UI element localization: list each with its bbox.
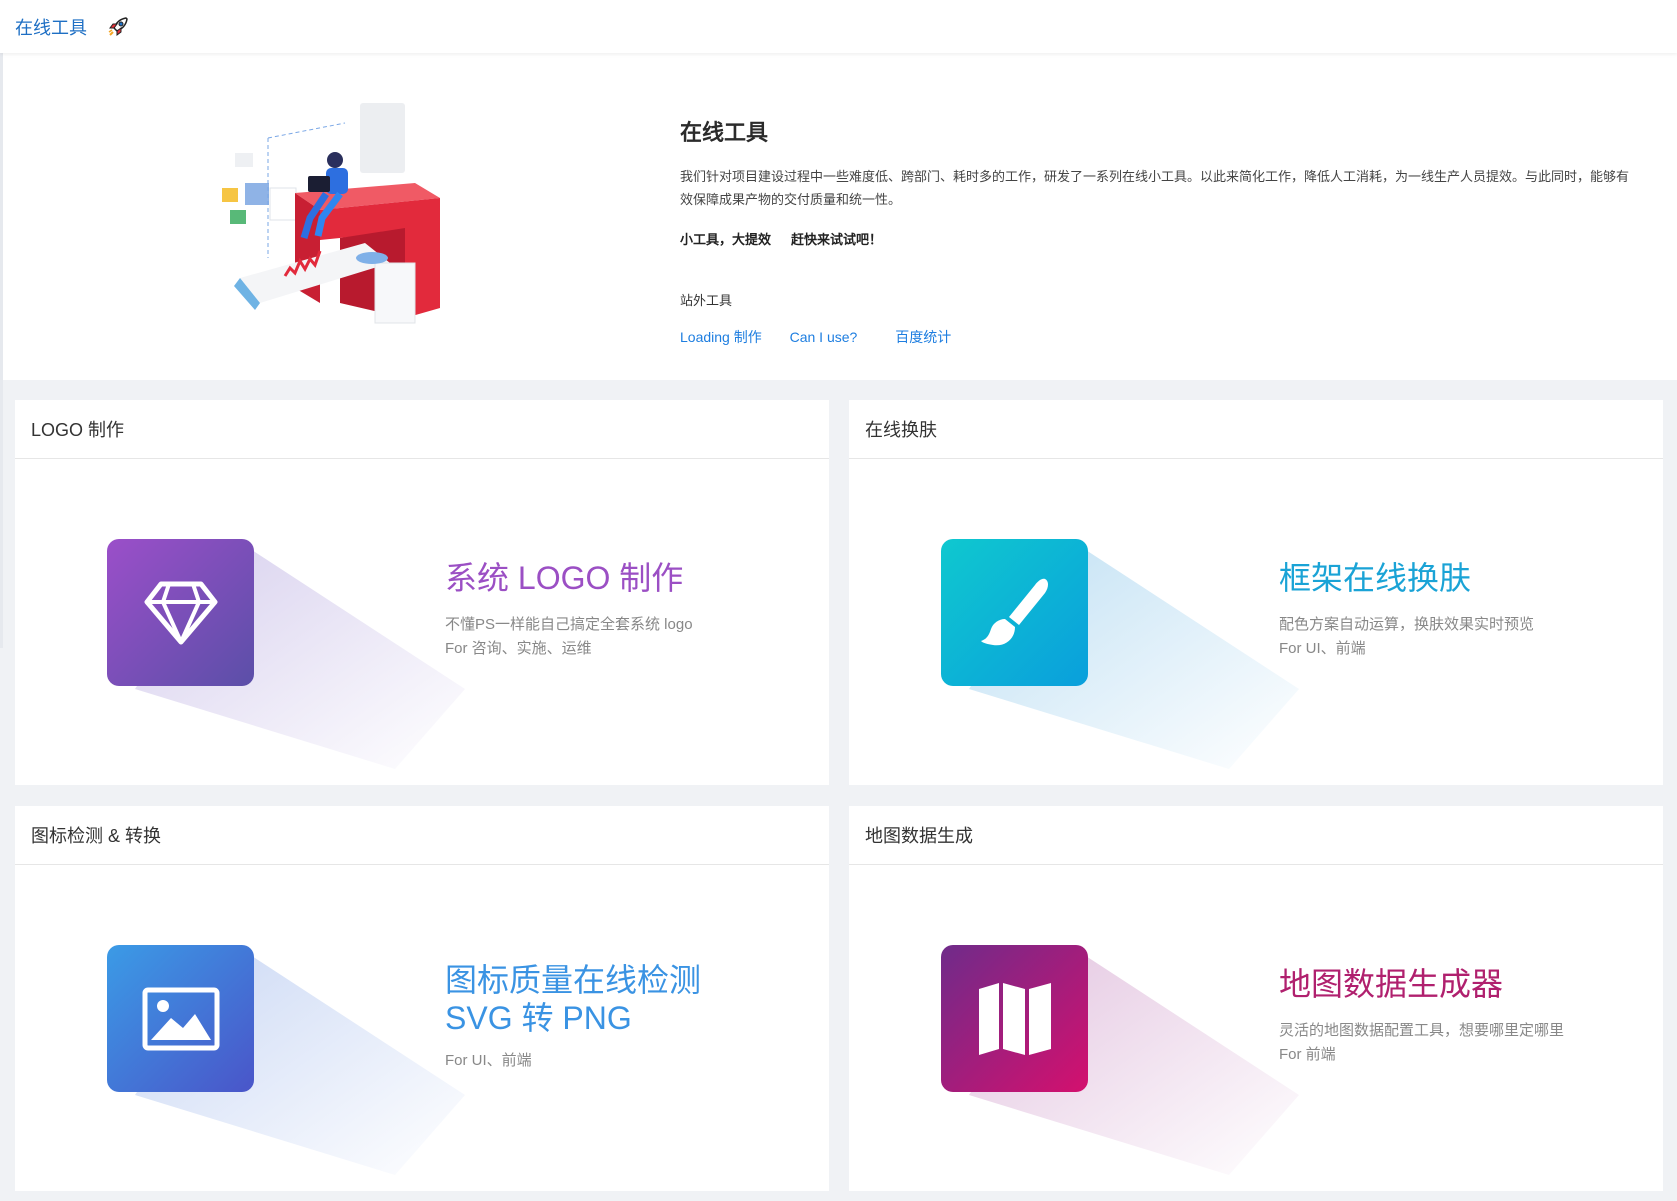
external-links: Loading 制作 Can I use? 百度统计 xyxy=(680,327,1640,347)
card-sub-line: 不懂PS一样能自己搞定全套系统 logo xyxy=(445,616,693,633)
intro-description: 我们针对项目建设过程中一些难度低、跨部门、耗时多的工作，研发了一系列在线小工具。… xyxy=(680,169,1630,207)
card-subtitle: 配色方案自动运算，换肤效果实时预览 For UI、前端 xyxy=(1279,613,1534,661)
link-baidu-stats[interactable]: 百度统计 xyxy=(895,329,951,345)
logo-tile[interactable] xyxy=(107,539,254,686)
diamond-icon xyxy=(144,581,217,644)
link-can-i-use[interactable]: Can I use? xyxy=(790,329,858,345)
card-sub-line: 灵活的地图数据配置工具，想要哪里定哪里 xyxy=(1279,1022,1565,1039)
card-info: 框架在线换肤 配色方案自动运算，换肤效果实时预览 For UI、前端 xyxy=(1279,559,1534,661)
card-sub-line: For UI、前端 xyxy=(1279,640,1366,657)
card-subtitle: For UI、前端 xyxy=(445,1049,701,1073)
card-info: 地图数据生成器 灵活的地图数据配置工具，想要哪里定哪里 For 前端 xyxy=(1279,965,1564,1067)
card-title[interactable]: 框架在线换肤 xyxy=(1279,559,1534,597)
card-subtitle: 灵活的地图数据配置工具，想要哪里定哪里 For 前端 xyxy=(1279,1019,1564,1067)
app-title[interactable]: 在线工具 xyxy=(15,14,87,40)
card-sub-line: 配色方案自动运算，换肤效果实时预览 xyxy=(1279,616,1535,633)
card-title[interactable]: 图标质量在线检测 xyxy=(445,961,701,999)
card-sub-line: For 前端 xyxy=(1279,1046,1336,1063)
slogan-primary: 小工具，大提效 xyxy=(680,232,772,247)
card-logo-maker[interactable]: LOGO 制作 系统 LOGO 制作 不懂PS一样能自己搞定全套系统 logo … xyxy=(15,400,829,785)
card-header: 在线换肤 xyxy=(849,400,1663,459)
link-loading-maker[interactable]: Loading 制作 xyxy=(680,329,762,345)
card-header: 图标检测 & 转换 xyxy=(15,806,829,865)
skin-tile[interactable] xyxy=(941,539,1088,686)
card-icon-check[interactable]: 图标检测 & 转换 图标质量在线检测 SVG 转 PNG For UI、前端 xyxy=(15,806,829,1191)
intro-slogan: 小工具，大提效 赶快来试试吧！ xyxy=(680,229,1640,248)
card-title[interactable]: 系统 LOGO 制作 xyxy=(445,559,693,597)
card-title[interactable]: 地图数据生成器 xyxy=(1279,965,1564,1003)
intro-title: 在线工具 xyxy=(680,120,769,145)
map-icon xyxy=(978,982,1051,1055)
card-sub-line: For 咨询、实施、运维 xyxy=(445,640,592,657)
top-bar: 在线工具 xyxy=(0,0,1677,53)
intro-text: 在线工具 我们针对项目建设过程中一些难度低、跨部门、耗时多的工作，研发了一系列在… xyxy=(680,115,1640,347)
card-sub-line: For UI、前端 xyxy=(445,1052,532,1069)
card-header: LOGO 制作 xyxy=(15,400,829,459)
card-info: 系统 LOGO 制作 不懂PS一样能自己搞定全套系统 logo For 咨询、实… xyxy=(445,559,693,661)
card-subtitle: 不懂PS一样能自己搞定全套系统 logo For 咨询、实施、运维 xyxy=(445,613,693,661)
intro-panel: 在线工具 我们针对项目建设过程中一些难度低、跨部门、耗时多的工作，研发了一系列在… xyxy=(0,53,1677,648)
slogan-secondary: 赶快来试试吧！ xyxy=(791,232,883,247)
map-tile[interactable] xyxy=(941,945,1088,1092)
card-online-skin[interactable]: 在线换肤 框架在线换肤 配色方案自动运算，换肤效果实时预览 For UI、前端 xyxy=(849,400,1663,785)
icon-check-tile[interactable] xyxy=(107,945,254,1092)
rocket-icon xyxy=(107,16,129,38)
card-map-data[interactable]: 地图数据生成 地图数据生成器 灵活的地图数据配置工具，想要哪里定哪里 For 前… xyxy=(849,806,1663,1191)
card-header: 地图数据生成 xyxy=(849,806,1663,865)
external-tools-label: 站外工具 xyxy=(680,293,733,308)
hero-illustration xyxy=(222,103,440,324)
card-info: 图标质量在线检测 SVG 转 PNG For UI、前端 xyxy=(445,961,701,1073)
left-edge-divider xyxy=(0,53,3,648)
paintbrush-icon xyxy=(980,578,1048,645)
card-title-line2[interactable]: SVG 转 PNG xyxy=(445,999,701,1037)
image-icon xyxy=(142,987,219,1050)
